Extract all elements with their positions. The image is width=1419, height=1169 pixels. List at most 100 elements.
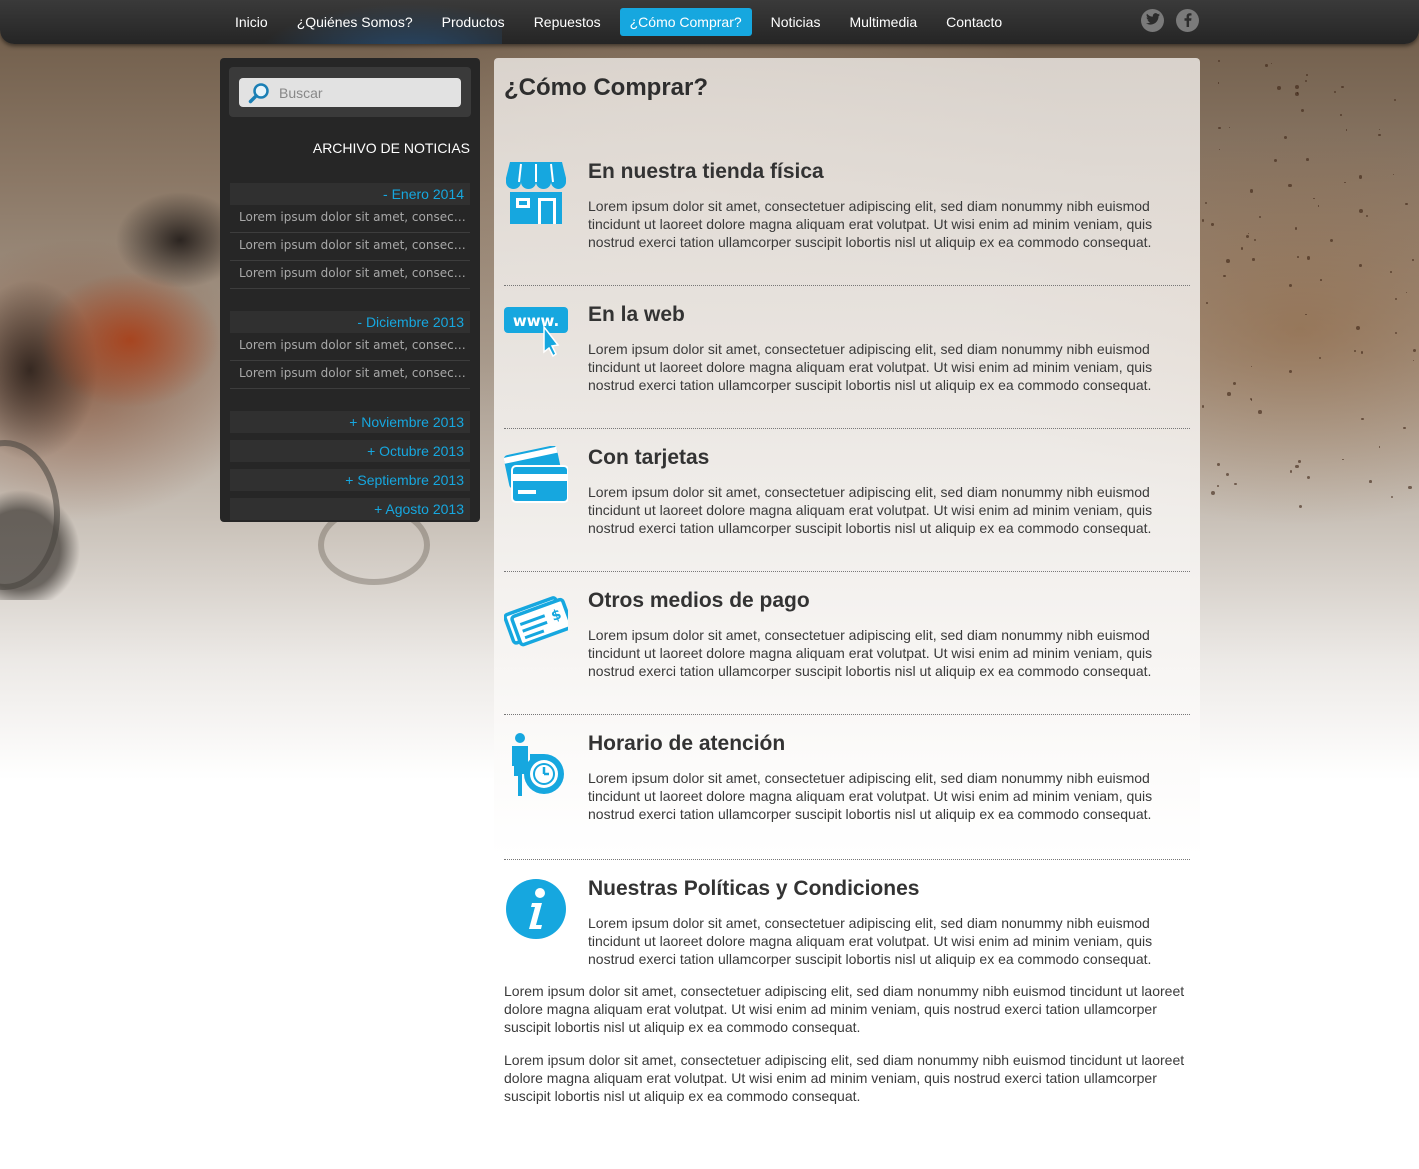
dust-particle	[1358, 208, 1363, 213]
dust-particle	[1225, 472, 1229, 476]
archive-month-enero-2014[interactable]: - Enero 2014	[230, 183, 470, 205]
search-field-wrap	[239, 78, 461, 107]
news-item[interactable]: Lorem ipsum dolor sit amet, consectetuer…	[230, 333, 470, 361]
dust-particle	[1329, 238, 1333, 243]
dust-particle	[1250, 397, 1252, 400]
dust-particle	[1313, 197, 1315, 200]
dust-particle	[1216, 463, 1220, 466]
news-item[interactable]: Lorem ipsum dolor sit amet, consectetuer…	[230, 205, 470, 233]
dust-particle	[1390, 495, 1393, 498]
search-input[interactable]	[279, 78, 454, 107]
facebook-icon[interactable]	[1176, 9, 1199, 32]
dust-particle	[1223, 274, 1226, 277]
nav-item-productos[interactable]: Productos	[432, 8, 515, 36]
section-text: Lorem ipsum dolor sit amet, consectetuer…	[588, 484, 1153, 536]
section-divider	[504, 285, 1190, 286]
dust-particle	[1411, 259, 1414, 262]
nav-item-como-comprar[interactable]: ¿Cómo Comprar?	[619, 8, 752, 36]
dust-particle	[1201, 405, 1205, 408]
dust-particle	[1369, 479, 1372, 483]
section-title: En la web	[588, 303, 685, 326]
dust-particle	[1378, 133, 1381, 136]
dust-particle	[1201, 219, 1205, 222]
nav-item-repuestos[interactable]: Repuestos	[524, 8, 611, 36]
nav-item-contacto[interactable]: Contacto	[936, 8, 1012, 36]
section-title: Otros medios de pago	[588, 589, 810, 612]
dust-particle	[1405, 202, 1408, 206]
clock-person-icon	[512, 733, 564, 796]
nav-item-quienes-somos[interactable]: ¿Quiénes Somos?	[287, 8, 423, 36]
info-icon	[506, 879, 566, 939]
dust-particle	[1258, 410, 1262, 414]
dust-particle	[1252, 258, 1255, 261]
section-divider	[504, 571, 1190, 572]
archive-month-agosto-2013[interactable]: + Agosto 2013	[230, 498, 470, 520]
nav-item-multimedia[interactable]: Multimedia	[839, 8, 927, 36]
page-title: ¿Cómo Comprar?	[504, 74, 708, 101]
section-title: En nuestra tienda física	[588, 160, 824, 183]
section-title: Horario de atención	[588, 732, 786, 755]
dust-particle	[1408, 485, 1412, 490]
dust-particle	[1288, 183, 1292, 188]
main-nav: Inicio ¿Quiénes Somos? Productos Repuest…	[225, 8, 1021, 36]
www-icon: www.	[504, 307, 568, 358]
dust-particle	[1295, 464, 1299, 468]
section-text: Lorem ipsum dolor sit amet, consectetuer…	[588, 770, 1153, 822]
dust-particle	[1265, 63, 1269, 67]
sidebar: ARCHIVO DE NOTICIAS - Enero 2014 Lorem i…	[220, 58, 480, 522]
section-text: Lorem ipsum dolor sit amet, consectetuer…	[588, 198, 1153, 250]
dust-particle	[1294, 92, 1299, 96]
section-divider	[504, 859, 1190, 860]
dust-particle	[1305, 313, 1307, 315]
dust-particle	[1218, 126, 1221, 130]
dust-particle	[1240, 247, 1244, 250]
search-icon[interactable]	[248, 82, 270, 104]
news-item[interactable]: Lorem ipsum dolor sit amet, consectetuer…	[230, 261, 470, 289]
store-icon	[506, 162, 566, 224]
news-archive: - Enero 2014 Lorem ipsum dolor sit amet,…	[230, 183, 470, 527]
dust-particle	[1306, 256, 1311, 260]
svg-text:www.: www.	[513, 312, 559, 330]
dust-particle	[1211, 223, 1214, 226]
dust-particle	[1390, 271, 1392, 273]
dust-particle	[1305, 158, 1309, 161]
news-item[interactable]: Lorem ipsum dolor sit amet, consectetuer…	[230, 233, 470, 261]
section-text: Lorem ipsum dolor sit amet, consectetuer…	[588, 915, 1153, 967]
section-title: Con tarjetas	[588, 446, 710, 469]
nav-item-inicio[interactable]: Inicio	[225, 8, 278, 36]
archive-month-noviembre-2013[interactable]: + Noviembre 2013	[230, 411, 470, 433]
dust-particle	[1227, 392, 1231, 396]
search-box	[229, 67, 471, 117]
news-item[interactable]: Lorem ipsum dolor sit amet, consectetuer…	[230, 361, 470, 389]
dust-particle	[1355, 326, 1360, 331]
dust-particle	[1294, 85, 1299, 90]
main-content: ¿Cómo Comprar? En nuestra tienda física …	[494, 58, 1200, 1169]
twitter-icon[interactable]	[1141, 9, 1164, 32]
dust-particle	[1320, 279, 1322, 281]
archive-title: ARCHIVO DE NOTICIAS	[312, 140, 470, 156]
body-paragraph: Lorem ipsum dolor sit amet, consectetuer…	[504, 983, 1185, 1035]
archive-month-diciembre-2013[interactable]: - Diciembre 2013	[230, 311, 470, 333]
dust-particle	[1225, 258, 1230, 263]
dust-particle	[1340, 113, 1342, 116]
dust-particle	[1294, 227, 1298, 230]
section-text: Lorem ipsum dolor sit amet, consectetuer…	[588, 341, 1153, 393]
section-divider	[504, 714, 1190, 715]
section-title: Nuestras Políticas y Condiciones	[588, 877, 920, 900]
dust-particle	[1345, 129, 1348, 131]
dust-particle	[1317, 205, 1320, 207]
dust-particle	[1298, 459, 1301, 463]
check-icon: $	[504, 596, 568, 647]
dust-particle	[1378, 446, 1381, 448]
dust-particle	[1217, 485, 1219, 488]
nav-item-noticias[interactable]: Noticias	[761, 8, 831, 36]
archive-month-septiembre-2013[interactable]: + Septiembre 2013	[230, 469, 470, 491]
credit-card-icon	[504, 446, 568, 503]
top-navigation-bar: Inicio ¿Quiénes Somos? Productos Repuest…	[0, 0, 1419, 44]
dust-particle	[1288, 370, 1292, 373]
archive-month-octubre-2013[interactable]: + Octubre 2013	[230, 440, 470, 462]
dust-particle	[1210, 491, 1215, 496]
section-text: Lorem ipsum dolor sit amet, consectetuer…	[588, 627, 1153, 679]
body-paragraph: Lorem ipsum dolor sit amet, consectetuer…	[504, 1052, 1185, 1104]
dust-particle	[1249, 189, 1253, 193]
